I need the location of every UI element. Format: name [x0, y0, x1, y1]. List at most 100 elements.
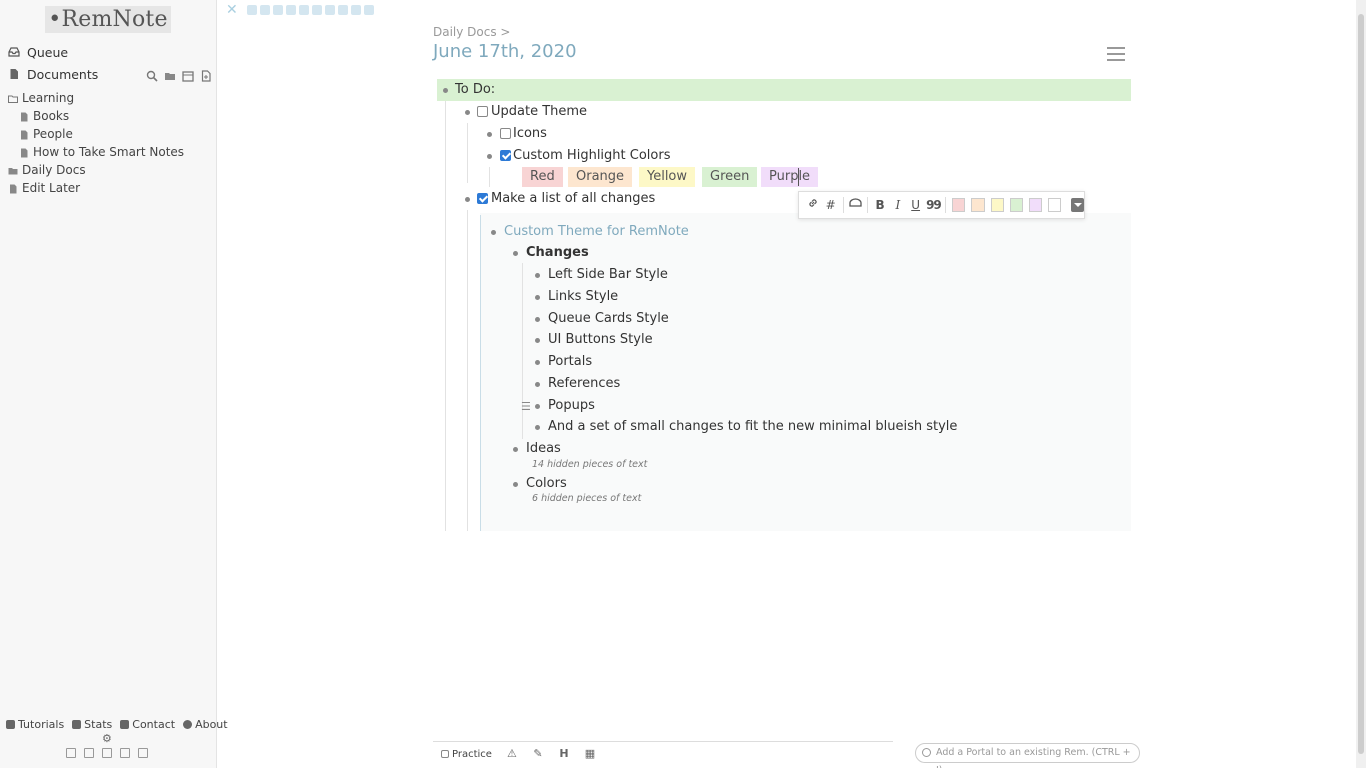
list-item[interactable]: Links Style — [548, 289, 618, 304]
rem-custom-highlight[interactable]: Custom Highlight Colors — [513, 148, 670, 163]
tab[interactable] — [325, 5, 335, 15]
bullet[interactable] — [513, 482, 518, 487]
sidebar-item-edit-later[interactable]: Edit Later — [8, 180, 80, 196]
color-swatch-orange[interactable] — [971, 198, 985, 212]
highlight-red[interactable]: Red — [522, 167, 563, 187]
about-link[interactable]: About — [183, 718, 228, 731]
sidebar-item-documents[interactable]: Documents — [8, 65, 98, 83]
tutorials-link[interactable]: Tutorials — [6, 718, 64, 731]
bullet[interactable] — [487, 132, 492, 137]
practice-checkbox[interactable] — [441, 750, 449, 758]
calendar-icon[interactable] — [182, 67, 194, 82]
bullet[interactable] — [465, 110, 470, 115]
more-dropdown-icon[interactable] — [1071, 198, 1085, 212]
bullet[interactable] — [513, 251, 518, 256]
cloze-icon[interactable] — [847, 196, 863, 214]
list-item[interactable]: Queue Cards Style — [548, 311, 669, 326]
contact-link[interactable]: Contact — [120, 718, 175, 731]
sidebar-item-learning[interactable]: Learning — [8, 90, 74, 106]
tab[interactable] — [247, 5, 257, 15]
tab[interactable] — [260, 5, 270, 15]
breadcrumb[interactable]: Daily Docs > — [433, 25, 510, 39]
bold-icon[interactable]: B — [872, 196, 888, 214]
bullet[interactable] — [513, 447, 518, 452]
color-swatch-green[interactable] — [1009, 198, 1023, 212]
sidebar-item-daily-docs[interactable]: Daily Docs — [8, 162, 86, 178]
bullet[interactable] — [487, 154, 492, 159]
list-item[interactable]: And a set of small changes to fit the ne… — [548, 419, 957, 434]
tab[interactable] — [299, 5, 309, 15]
bullet[interactable] — [535, 295, 540, 300]
remnote-logo[interactable]: •RemNote — [45, 6, 171, 33]
hash-icon[interactable]: # — [823, 196, 839, 214]
portal-title-link[interactable]: Custom Theme for RemNote — [504, 224, 689, 239]
highlight-orange[interactable]: Orange — [568, 167, 633, 187]
bullet[interactable] — [443, 88, 448, 93]
tab[interactable] — [286, 5, 296, 15]
tab[interactable] — [364, 5, 374, 15]
highlight-yellow[interactable]: Yellow — [639, 167, 696, 187]
gear-icon[interactable]: ⚙ — [102, 733, 113, 744]
rem-make-list[interactable]: Make a list of all changes — [491, 191, 655, 206]
quote-icon[interactable]: 99 — [926, 196, 942, 214]
rem-ideas[interactable]: Ideas — [526, 441, 561, 456]
tab[interactable] — [312, 5, 322, 15]
rem-changes[interactable]: Changes — [526, 245, 589, 260]
bullet[interactable] — [535, 382, 540, 387]
sidebar-item-smart-notes[interactable]: How to Take Smart Notes — [19, 144, 184, 160]
rem-icons[interactable]: Icons — [513, 126, 547, 141]
outline-icon[interactable] — [84, 748, 94, 758]
rem-colors[interactable]: Colors — [526, 476, 567, 491]
bullet[interactable] — [535, 317, 540, 322]
bullet[interactable] — [535, 425, 540, 430]
list-item[interactable]: Popups — [548, 398, 595, 413]
bullet[interactable] — [535, 404, 540, 409]
checkbox-icons[interactable] — [500, 128, 511, 139]
search-icon[interactable] — [146, 67, 158, 82]
bullet[interactable] — [491, 230, 496, 235]
rem-update-theme[interactable]: Update Theme — [491, 104, 587, 119]
new-document-icon[interactable] — [200, 67, 212, 82]
split-view-icon[interactable] — [102, 748, 112, 758]
new-folder-icon[interactable] — [164, 67, 176, 80]
scrollbar-thumb[interactable] — [1358, 14, 1364, 754]
list-item[interactable]: UI Buttons Style — [548, 332, 653, 347]
highlight-green[interactable]: Green — [702, 167, 758, 187]
sidebar-item-queue[interactable]: Queue — [8, 43, 68, 61]
sidebar-item-books[interactable]: Books — [19, 108, 69, 124]
underline-icon[interactable]: U — [908, 196, 924, 214]
practice-toggle[interactable]: Practice — [441, 749, 492, 760]
drag-handle-icon[interactable]: ☰ — [521, 400, 531, 413]
close-tabs-icon[interactable]: ✕ — [226, 3, 238, 17]
list-item[interactable]: References — [548, 376, 620, 391]
color-swatch-clear[interactable] — [1047, 198, 1062, 212]
bullet[interactable] — [535, 338, 540, 343]
table-icon[interactable]: ▦ — [584, 748, 596, 760]
bullet[interactable] — [535, 273, 540, 278]
italic-icon[interactable]: I — [890, 196, 906, 214]
page-title[interactable]: June 17th, 2020 — [433, 41, 577, 62]
checkbox-update-theme[interactable] — [477, 106, 488, 117]
list-item[interactable]: Left Side Bar Style — [548, 267, 668, 282]
warning-icon[interactable]: ⚠ — [506, 748, 518, 760]
rem-todo[interactable]: To Do: — [455, 82, 495, 97]
brush-icon[interactable]: ✎ — [532, 748, 544, 760]
keyboard-icon[interactable] — [120, 748, 130, 758]
checkbox-custom-highlight[interactable] — [500, 150, 511, 161]
color-swatch-red[interactable] — [952, 198, 966, 212]
portal-search-input[interactable]: Add a Portal to an existing Rem. (CTRL +… — [915, 743, 1140, 768]
list-item[interactable]: Portals — [548, 354, 592, 369]
color-swatch-purple[interactable] — [1028, 198, 1042, 212]
link-icon[interactable] — [805, 196, 821, 214]
hidden-count[interactable]: 14 hidden pieces of text — [532, 459, 647, 470]
color-swatch-yellow[interactable] — [990, 198, 1004, 212]
checkbox-make-list[interactable] — [477, 193, 488, 204]
edit-icon[interactable] — [138, 748, 148, 758]
tab[interactable] — [338, 5, 348, 15]
tab[interactable] — [273, 5, 283, 15]
hidden-count[interactable]: 6 hidden pieces of text — [532, 493, 641, 504]
stats-link[interactable]: Stats — [72, 718, 112, 731]
bullet[interactable] — [465, 197, 470, 202]
highlight-purple[interactable]: Purple — [761, 167, 819, 187]
sidebar-item-people[interactable]: People — [19, 126, 73, 142]
